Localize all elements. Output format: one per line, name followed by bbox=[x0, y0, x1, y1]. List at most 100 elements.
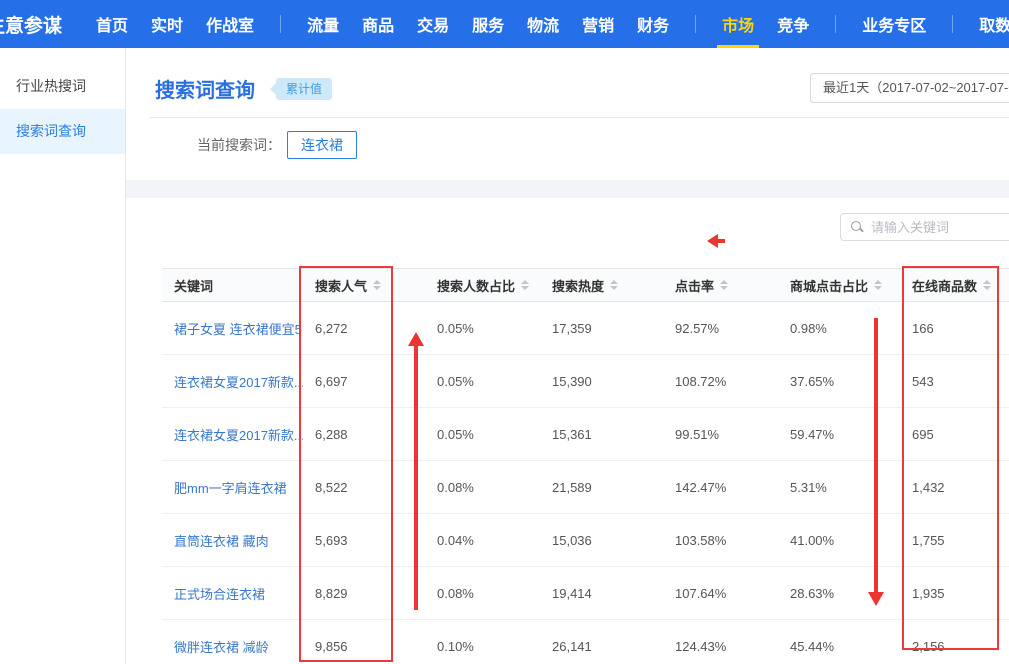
nav-item-marketing[interactable]: 营销 bbox=[582, 0, 614, 48]
header-divider bbox=[150, 117, 1009, 118]
value-cell-online-products: 1,935 bbox=[900, 586, 1009, 601]
nav-group: 市场竞争 bbox=[722, 0, 809, 48]
top-navigation-bar: 生意参谋 首页实时作战室 流量商品交易服务物流营销财务 市场竞争 业务专区 取数 bbox=[0, 0, 1009, 48]
value-cell-search-popularity: 8,829 bbox=[303, 586, 425, 601]
keyword-search-input[interactable] bbox=[871, 214, 1009, 240]
value-cell-mall-click-ratio: 59.47% bbox=[778, 427, 900, 442]
value-cell-mall-click-ratio: 0.98% bbox=[778, 321, 900, 336]
current-search-term-label: 当前搜索词： bbox=[197, 135, 281, 155]
value-cell-searcher-ratio: 0.05% bbox=[425, 321, 540, 336]
value-cell-mall-click-ratio: 5.31% bbox=[778, 480, 900, 495]
nav-item-data-extract[interactable]: 取数 bbox=[979, 0, 1009, 48]
app-window: 生意参谋 首页实时作战室 流量商品交易服务物流营销财务 市场竞争 业务专区 取数 行业热… bbox=[0, 0, 1009, 664]
search-icon bbox=[851, 221, 864, 234]
value-cell-search-popularity: 5,693 bbox=[303, 533, 425, 548]
keyword-link[interactable]: 连衣裙女夏2017新款... bbox=[174, 428, 303, 443]
value-cell-searcher-ratio: 0.10% bbox=[425, 639, 540, 654]
keyword-link[interactable]: 正式场合连衣裙 bbox=[174, 587, 265, 602]
column-label-search-heat: 搜索热度 bbox=[552, 276, 604, 295]
sort-icon[interactable] bbox=[521, 280, 529, 290]
column-header-search-popularity[interactable]: 搜索人气 bbox=[303, 276, 425, 295]
nav-item-market[interactable]: 市场 bbox=[722, 0, 754, 48]
table-panel: 关键词 搜索人气搜索人数占比 搜索热度 点击率 商城点击占比 在线商品数 裙子女夏 连衣裙… bbox=[126, 198, 1009, 664]
value-cell-search-heat: 26,141 bbox=[540, 639, 663, 654]
column-label-mall-click-ratio: 商城点击占比 bbox=[790, 276, 868, 295]
table-header-row: 关键词 搜索人气搜索人数占比 搜索热度 点击率 商城点击占比 在线商品数 bbox=[162, 268, 1009, 302]
table-row: 直筒连衣裙 藏肉5,6930.04%15,036103.58%41.00%1,7… bbox=[162, 514, 1009, 567]
value-cell-searcher-ratio: 0.04% bbox=[425, 533, 540, 548]
nav-item-logistics[interactable]: 物流 bbox=[527, 0, 559, 48]
sort-icon[interactable] bbox=[720, 280, 728, 290]
column-label-keyword: 关键词 bbox=[174, 276, 213, 295]
nav-item-trade[interactable]: 交易 bbox=[417, 0, 449, 48]
page-title: 搜索词查询 bbox=[155, 74, 255, 103]
nav-item-traffic[interactable]: 流量 bbox=[307, 0, 339, 48]
keyword-link[interactable]: 直筒连衣裙 藏肉 bbox=[174, 534, 269, 549]
keyword-search-box bbox=[840, 213, 1009, 241]
date-range-picker[interactable]: 最近1天（2017-07-02~2017-07-02） bbox=[810, 73, 1009, 103]
column-label-click-rate: 点击率 bbox=[675, 276, 714, 295]
column-header-searcher-ratio[interactable]: 搜索人数占比 bbox=[425, 276, 540, 295]
nav-groups: 首页实时作战室 流量商品交易服务物流营销财务 市场竞争 业务专区 取数 bbox=[96, 0, 1009, 48]
keyword-link[interactable]: 肥mm一字肩连衣裙 bbox=[174, 481, 287, 496]
nav-item-realtime[interactable]: 实时 bbox=[151, 0, 183, 48]
nav-item-service[interactable]: 服务 bbox=[472, 0, 504, 48]
table-row: 裙子女夏 连衣裙便宜5...6,2720.05%17,35992.57%0.98… bbox=[162, 302, 1009, 355]
value-cell-click-rate: 108.72% bbox=[663, 374, 778, 389]
nav-group: 流量商品交易服务物流营销财务 bbox=[307, 0, 669, 48]
value-cell-searcher-ratio: 0.08% bbox=[425, 586, 540, 601]
value-cell-mall-click-ratio: 41.00% bbox=[778, 533, 900, 548]
section-gap bbox=[126, 180, 1009, 198]
value-cell-search-popularity: 6,288 bbox=[303, 427, 425, 442]
brand-logo[interactable]: 生意参谋 bbox=[0, 11, 62, 38]
keyword-cell: 连衣裙女夏2017新款... bbox=[162, 425, 303, 444]
value-cell-click-rate: 124.43% bbox=[663, 639, 778, 654]
column-header-online-products[interactable]: 在线商品数 bbox=[900, 276, 1009, 295]
keyword-cell: 直筒连衣裙 藏肉 bbox=[162, 531, 303, 550]
nav-divider bbox=[952, 15, 953, 33]
sidebar: 行业热搜词搜索词查询 bbox=[0, 48, 126, 664]
table-row: 连衣裙女夏2017新款...6,6970.05%15,390108.72%37.… bbox=[162, 355, 1009, 408]
current-search-term-row: 当前搜索词： 连衣裙 bbox=[126, 131, 1009, 159]
nav-item-business-zone[interactable]: 业务专区 bbox=[862, 0, 926, 48]
value-cell-searcher-ratio: 0.08% bbox=[425, 480, 540, 495]
value-cell-online-products: 543 bbox=[900, 374, 1009, 389]
sidebar-item-industry-hot-words[interactable]: 行业热搜词 bbox=[0, 64, 125, 109]
value-cell-online-products: 695 bbox=[900, 427, 1009, 442]
table-row: 微胖连衣裙 减龄9,8560.10%26,141124.43%45.44%2,1… bbox=[162, 620, 1009, 664]
value-cell-search-heat: 19,414 bbox=[540, 586, 663, 601]
keyword-cell: 肥mm一字肩连衣裙 bbox=[162, 478, 303, 497]
column-header-search-heat[interactable]: 搜索热度 bbox=[540, 276, 663, 295]
table-body: 裙子女夏 连衣裙便宜5...6,2720.05%17,35992.57%0.98… bbox=[162, 302, 1009, 664]
nav-divider bbox=[695, 15, 696, 33]
value-cell-online-products: 1,755 bbox=[900, 533, 1009, 548]
cumulative-value-badge: 累计值 bbox=[276, 78, 332, 100]
column-header-mall-click-ratio[interactable]: 商城点击占比 bbox=[778, 276, 900, 295]
nav-item-war-room[interactable]: 作战室 bbox=[206, 0, 254, 48]
column-header-click-rate[interactable]: 点击率 bbox=[663, 276, 778, 295]
keyword-link[interactable]: 裙子女夏 连衣裙便宜5... bbox=[174, 322, 303, 337]
column-label-online-products: 在线商品数 bbox=[912, 276, 977, 295]
keyword-link[interactable]: 连衣裙女夏2017新款... bbox=[174, 375, 303, 390]
value-cell-search-heat: 21,589 bbox=[540, 480, 663, 495]
column-label-searcher-ratio: 搜索人数占比 bbox=[437, 276, 515, 295]
value-cell-online-products: 166 bbox=[900, 321, 1009, 336]
keyword-cell: 裙子女夏 连衣裙便宜5... bbox=[162, 319, 303, 338]
nav-item-home[interactable]: 首页 bbox=[96, 0, 128, 48]
value-cell-search-popularity: 6,697 bbox=[303, 374, 425, 389]
nav-item-finance[interactable]: 财务 bbox=[637, 0, 669, 48]
value-cell-search-heat: 15,361 bbox=[540, 427, 663, 442]
value-cell-click-rate: 99.51% bbox=[663, 427, 778, 442]
keyword-link[interactable]: 微胖连衣裙 减龄 bbox=[174, 640, 269, 655]
value-cell-click-rate: 92.57% bbox=[663, 321, 778, 336]
sort-icon[interactable] bbox=[983, 280, 991, 290]
value-cell-search-popularity: 8,522 bbox=[303, 480, 425, 495]
current-keyword-chip[interactable]: 连衣裙 bbox=[287, 131, 357, 159]
sort-icon[interactable] bbox=[610, 280, 618, 290]
nav-item-competition[interactable]: 竞争 bbox=[777, 0, 809, 48]
sidebar-item-search-term-query[interactable]: 搜索词查询 bbox=[0, 109, 125, 154]
sort-icon[interactable] bbox=[874, 280, 882, 290]
sort-icon[interactable] bbox=[373, 280, 381, 290]
nav-item-goods[interactable]: 商品 bbox=[362, 0, 394, 48]
value-cell-searcher-ratio: 0.05% bbox=[425, 427, 540, 442]
